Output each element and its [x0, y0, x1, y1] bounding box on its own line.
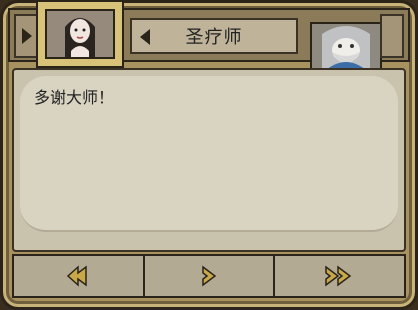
double-right-arrow-icon [324, 265, 351, 287]
play-right-icon [22, 28, 32, 44]
listener-portrait [310, 22, 382, 72]
fast-forward-button[interactable] [275, 256, 405, 296]
dialog-panel: 多谢大师！ [12, 68, 406, 252]
woman-avatar-icon [47, 11, 113, 57]
play-left-icon [140, 29, 150, 45]
speaker-portrait-frame [36, 0, 124, 68]
right-arrow-icon [202, 265, 217, 287]
old-sage-icon [312, 24, 380, 70]
speaker-name: 圣疗师 [185, 27, 243, 48]
speaker-portrait [45, 9, 115, 59]
rewind-button[interactable] [14, 256, 143, 296]
double-left-arrow-icon [67, 265, 88, 287]
dialog-controls [12, 254, 406, 298]
next-button[interactable] [144, 256, 274, 296]
speaker-name-box: 圣疗师 [130, 18, 298, 54]
dialog-text: 多谢大师！ [34, 88, 115, 107]
next-speaker-slot[interactable] [380, 14, 404, 58]
